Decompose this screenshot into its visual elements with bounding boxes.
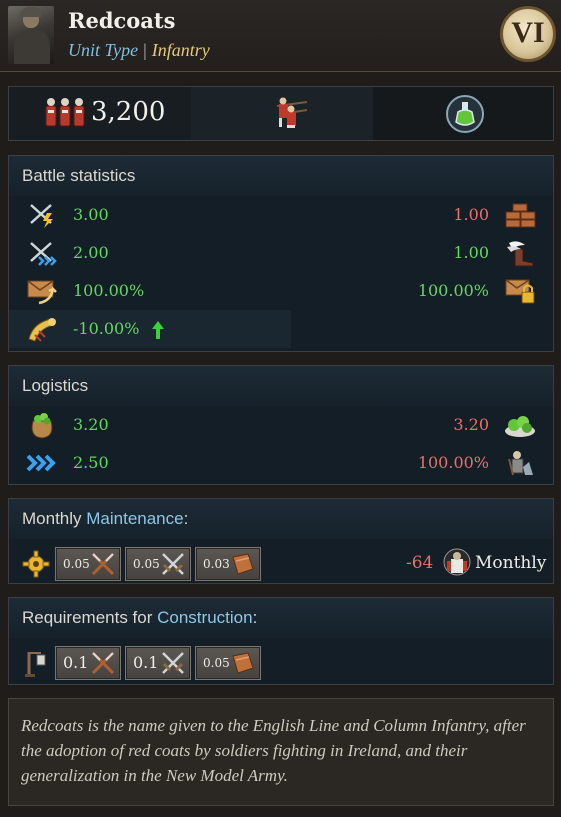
leather-icon: [232, 652, 254, 674]
crossed-swords-icon: [162, 652, 184, 674]
summary-potion[interactable]: [373, 87, 553, 140]
construction-heading-prefix: Requirements for: [22, 608, 158, 627]
logistics-row-food[interactable]: 3.20 3.20: [9, 406, 553, 444]
horn-icon: [28, 318, 56, 342]
subtitle-separator: |: [143, 40, 147, 60]
construction-link[interactable]: Construction: [157, 608, 252, 627]
construction-chip-muskets[interactable]: 0.1: [55, 646, 121, 680]
gold-gear-icon: [22, 550, 50, 578]
food-sack-icon: [31, 413, 53, 439]
maintenance-heading-prefix: Monthly: [22, 509, 87, 528]
logistics-row-movement[interactable]: 2.50 100.00%: [9, 444, 553, 482]
leather-icon: [232, 553, 254, 575]
stat-row-ranged[interactable]: 2.00 1.00: [9, 234, 553, 272]
maintenance-chip-swords[interactable]: 0.05: [125, 547, 191, 581]
manpower-icon: [443, 548, 471, 576]
unit-subtitle: Unit Type | Infantry: [68, 40, 210, 61]
maintenance-panel: Monthly Maintenance: 0.05 0.05 0.03 -64 …: [8, 498, 554, 584]
stat-defense-value: 1.00: [453, 205, 489, 224]
maintenance-manpower-value: -64: [406, 553, 434, 573]
stat-speed-value: 1.00: [453, 243, 489, 262]
stat-attack-value: 3.00: [73, 205, 109, 224]
stat-row-morale[interactable]: 100.00% 100.00%: [9, 272, 553, 310]
maintenance-costs: 0.05 0.05 0.03 -64 Monthly: [9, 543, 553, 583]
logistics-food-upkeep-value: 3.20: [453, 415, 489, 434]
logistics-movement-value: 2.50: [73, 453, 109, 472]
construction-chip-swords[interactable]: 0.1: [125, 646, 191, 680]
unit-type-label[interactable]: Unit Type: [68, 40, 138, 60]
stat-morale-value: 100.00%: [73, 281, 145, 300]
construction-panel: Requirements for Construction: 0.1 0.1 0…: [8, 597, 554, 685]
maintenance-chip-swords-value: 0.05: [133, 557, 160, 571]
battle-statistics-panel: Battle statistics 3.00 1.00 2.00 1.00 10…: [8, 155, 554, 352]
green-food-icon: [505, 416, 535, 437]
stat-horn-value: -10.00%: [73, 319, 140, 338]
morale-lock-icon: [505, 279, 535, 304]
summary-bar: 3,200: [8, 86, 554, 141]
maintenance-chip-muskets-value: 0.05: [63, 557, 90, 571]
supply-soldier-icon: [508, 451, 533, 476]
crossed-swords-icon: [162, 553, 184, 575]
boot-speed-icon: [507, 241, 534, 267]
maintenance-link[interactable]: Maintenance: [86, 509, 183, 528]
logistics-food-value: 3.20: [73, 415, 109, 434]
melee-attack-icon: [30, 204, 53, 228]
unit-description: Redcoats is the name given to the Englis…: [8, 698, 554, 806]
construction-chip-swords-value: 0.1: [133, 653, 159, 672]
stat-row-attack[interactable]: 3.00 1.00: [9, 196, 553, 234]
unit-header: Redcoats Unit Type | Infantry VI: [0, 0, 561, 72]
logistics-supply-value: 100.00%: [417, 453, 489, 472]
defense-bricks-icon: [505, 203, 536, 228]
maintenance-period: Monthly: [475, 553, 547, 573]
maintenance-chip-leather[interactable]: 0.03: [195, 547, 261, 581]
unit-portrait: [8, 6, 54, 64]
maintenance-chip-muskets[interactable]: 0.05: [55, 547, 121, 581]
construction-heading-suffix: :: [252, 608, 258, 627]
summary-unit-class[interactable]: [191, 87, 373, 140]
stat-morale-lock-value: 100.00%: [417, 281, 489, 300]
up-arrow-icon: [152, 321, 164, 339]
unit-type-value: Infantry: [151, 40, 210, 60]
logistics-panel: Logistics 3.20 3.20 2.50 100.00%: [8, 365, 554, 485]
musketeers-icon: [276, 97, 308, 128]
morale-envelope-icon: [27, 280, 57, 305]
maintenance-chip-leather-value: 0.03: [203, 557, 230, 571]
summary-men[interactable]: 3,200: [9, 87, 191, 140]
regiment-icon: [45, 98, 85, 127]
construction-chip-muskets-value: 0.1: [63, 653, 89, 672]
lamp-post-icon: [25, 652, 46, 677]
ranged-attack-icon: [30, 242, 57, 266]
logistics-heading: Logistics: [9, 366, 553, 406]
maintenance-heading: Monthly Maintenance:: [9, 499, 553, 539]
crossed-muskets-icon: [91, 651, 115, 675]
movement-chevrons-icon: [26, 454, 56, 472]
construction-heading: Requirements for Construction:: [9, 598, 553, 638]
men-count: 3,200: [91, 97, 166, 127]
maintenance-heading-suffix: :: [183, 509, 189, 528]
unit-title: Redcoats: [68, 8, 176, 33]
battle-statistics-heading: Battle statistics: [9, 156, 553, 196]
stat-ranged-value: 2.00: [73, 243, 109, 262]
construction-costs: 0.1 0.1 0.05: [9, 642, 553, 682]
stat-row-horn[interactable]: -10.00%: [9, 310, 291, 348]
construction-chip-leather-value: 0.05: [203, 656, 230, 670]
construction-chip-leather[interactable]: 0.05: [195, 646, 261, 680]
tier-badge: VI: [500, 6, 556, 62]
potion-icon: [446, 95, 484, 133]
crossed-muskets-icon: [91, 552, 115, 576]
